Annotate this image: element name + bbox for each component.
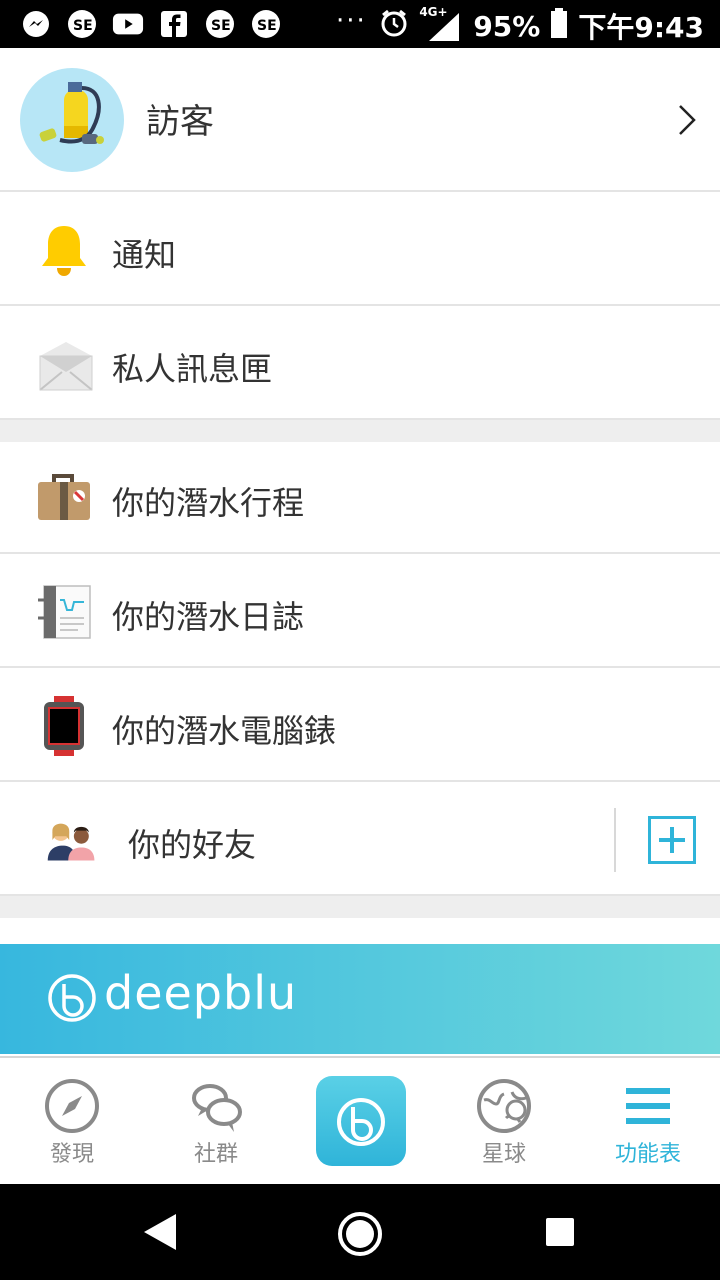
deepblu-logo-icon (337, 1098, 385, 1146)
deepblu-logo-icon (48, 974, 96, 1022)
friends-icon (47, 823, 95, 861)
menu-item-dive-log[interactable]: 你的潛水日誌 (0, 556, 720, 668)
section-divider (0, 896, 720, 918)
menu-item-inbox[interactable]: 私人訊息匣 (0, 308, 720, 420)
tab-menu[interactable]: 功能表 (576, 1058, 720, 1186)
bottom-tab-bar: 發現 社群 星球 功能表 (0, 1056, 720, 1184)
overflow-dots: ··· (336, 6, 367, 36)
tab-label: 社群 (193, 1142, 238, 1167)
back-icon[interactable] (140, 1210, 180, 1254)
menu-label: 私人訊息匣 (112, 350, 273, 388)
brand-wordmark: deepblu (104, 966, 298, 1020)
add-friend-button[interactable] (648, 816, 696, 864)
se-icon: SE (66, 8, 98, 40)
tab-community[interactable]: 社群 (144, 1058, 288, 1186)
svg-text:SE: SE (257, 18, 277, 34)
facebook-icon (158, 8, 190, 40)
menu-label: 你的好友 (128, 826, 257, 864)
svg-text:SE: SE (73, 18, 93, 34)
tab-home[interactable] (316, 1076, 406, 1166)
se-icon: SE (204, 8, 236, 40)
dive-watch-icon (44, 696, 84, 756)
profile-name: 訪客 (146, 102, 214, 142)
plus-icon (659, 827, 685, 853)
avatar (20, 68, 124, 172)
status-bar: SE SE SE ··· 4G+ 95% 下午9:43 (0, 0, 720, 48)
menu-label: 你的潛水日誌 (112, 598, 305, 636)
tab-planet[interactable]: 星球 (432, 1058, 576, 1186)
battery-percent: 95% (473, 9, 541, 43)
system-nav-bar (0, 1184, 720, 1280)
suitcase-icon (38, 474, 90, 520)
tab-label: 發現 (49, 1142, 94, 1167)
menu-label: 通知 (112, 236, 177, 274)
se-icon: SE (250, 8, 282, 40)
svg-text:SE: SE (211, 18, 231, 34)
tab-label: 星球 (481, 1142, 526, 1167)
chat-bubbles-icon (192, 1084, 242, 1132)
battery-icon (550, 7, 568, 45)
globe-icon (477, 1079, 531, 1133)
menu-item-notifications[interactable]: 通知 (0, 194, 720, 306)
compass-icon (45, 1079, 99, 1133)
bell-icon (42, 226, 86, 276)
chevron-right-icon (679, 105, 696, 135)
envelope-icon (39, 342, 93, 391)
clock: 下午9:43 (578, 11, 704, 44)
deepblu-banner[interactable]: deepblu (0, 944, 720, 1054)
divider (614, 808, 616, 872)
section-divider (0, 420, 720, 442)
tab-discover[interactable]: 發現 (0, 1058, 144, 1186)
menu-label: 你的潛水行程 (112, 484, 305, 522)
tab-label: 功能表 (614, 1142, 681, 1167)
scuba-tank-icon (39, 82, 104, 144)
menu-item-dive-trips[interactable]: 你的潛水行程 (0, 442, 720, 554)
signal-icon: 4G+ (419, 5, 463, 43)
messenger-icon (20, 8, 52, 40)
alarm-icon (379, 8, 409, 45)
home-icon[interactable] (336, 1210, 384, 1258)
youtube-icon (112, 8, 144, 40)
profile-row[interactable]: 訪客 (0, 48, 720, 192)
logbook-icon (38, 585, 91, 639)
menu-label: 你的潛水電腦錶 (112, 712, 337, 750)
menu-icon (626, 1088, 670, 1124)
menu-item-friends[interactable]: 你的好友 (0, 784, 720, 896)
menu-item-dive-computer[interactable]: 你的潛水電腦錶 (0, 670, 720, 782)
recents-icon[interactable] (544, 1216, 576, 1248)
